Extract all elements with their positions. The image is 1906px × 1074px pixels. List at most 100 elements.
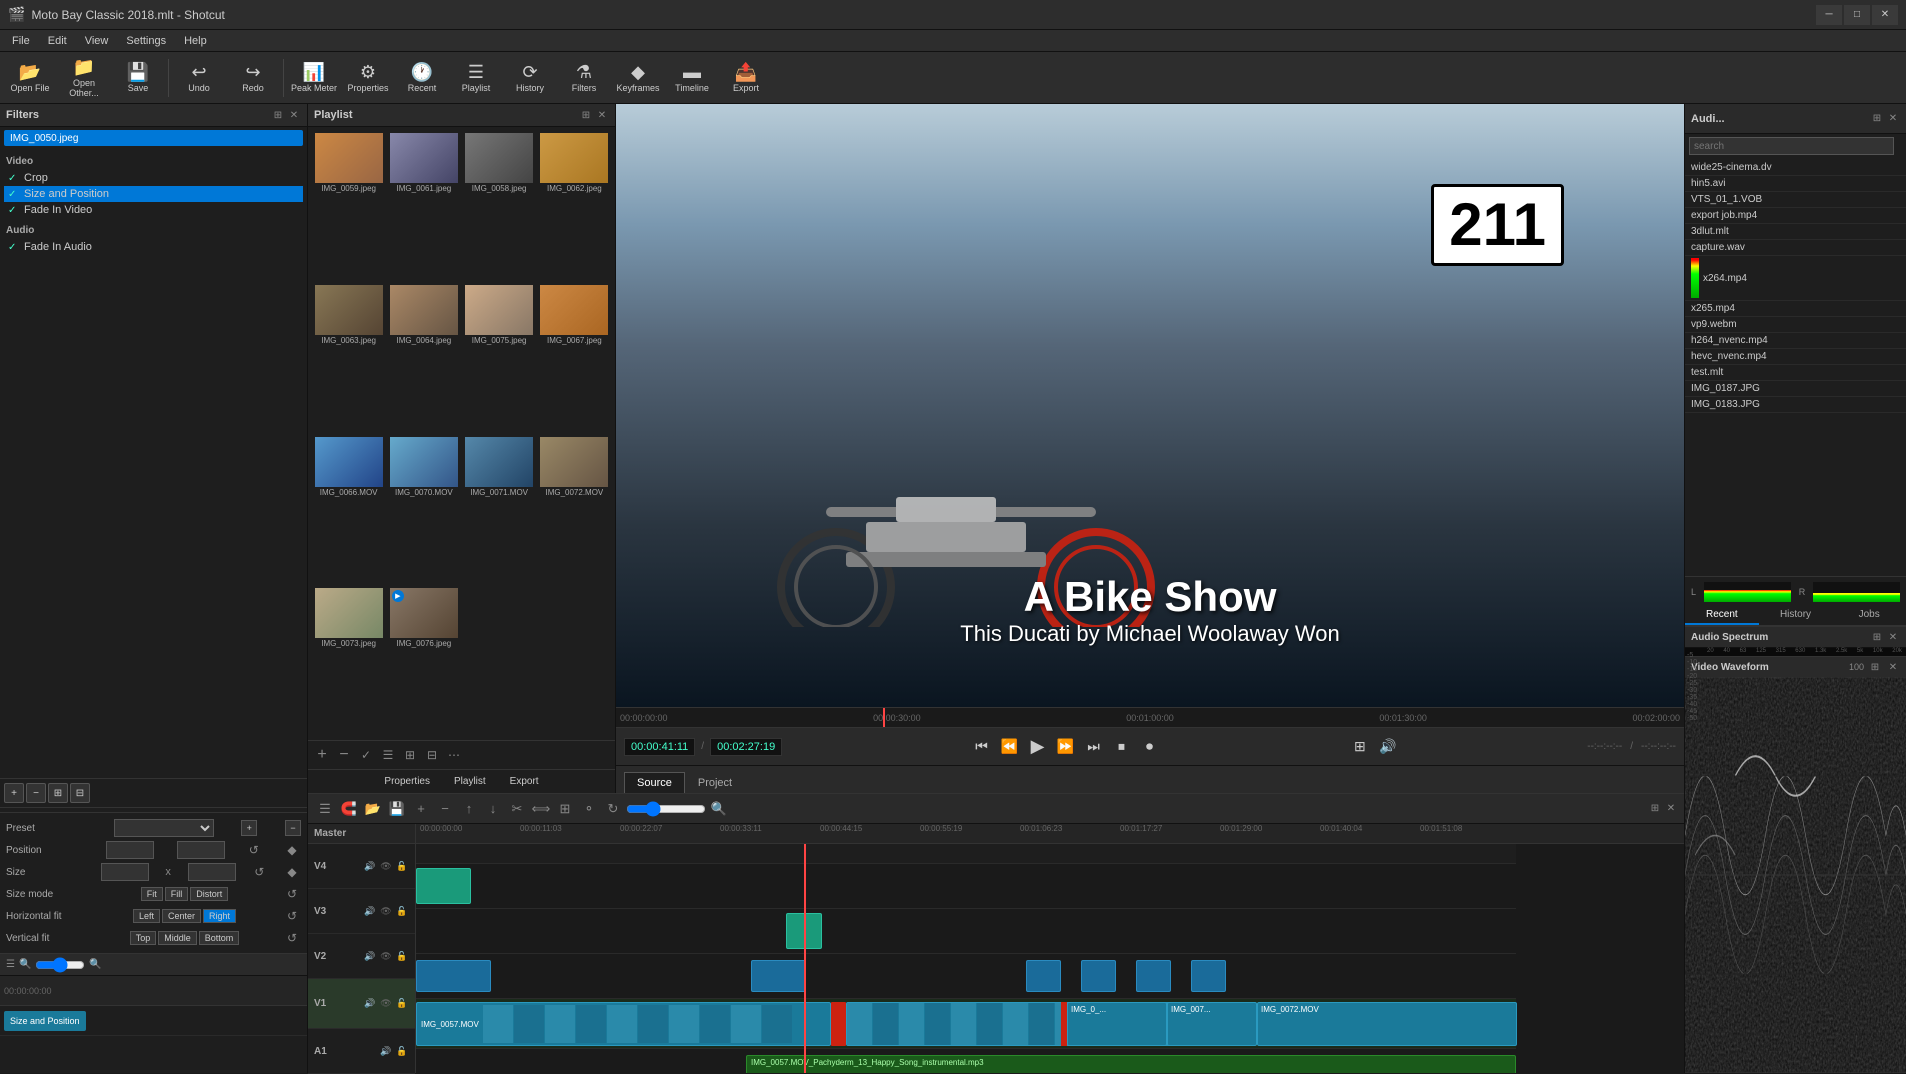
v1-audio-button[interactable]: 🔊 [363, 997, 377, 1011]
timeline-overwrite-button[interactable]: ↓ [482, 798, 504, 820]
menu-view[interactable]: View [77, 33, 117, 49]
position-reset-button[interactable]: ↺ [245, 841, 263, 859]
filters-button[interactable]: ⚗ Filters [558, 54, 610, 102]
playlist-undock-button[interactable]: ⊞ [579, 108, 593, 122]
history-button[interactable]: ⟳ History [504, 54, 556, 102]
export-button[interactable]: 📤 Export [720, 54, 772, 102]
v4-eye-button[interactable]: 👁 [379, 859, 393, 873]
copy-filter-button[interactable]: ⊞ [48, 783, 68, 803]
menu-help[interactable]: Help [176, 33, 215, 49]
v2-clip-6[interactable] [1191, 960, 1226, 992]
right-panel-close-button[interactable]: ✕ [1886, 112, 1900, 126]
valign-bottom-button[interactable]: Bottom [199, 931, 240, 945]
position-keyframe-button[interactable]: ◆ [283, 841, 301, 859]
save-button[interactable]: 💾 Save [112, 54, 164, 102]
properties-button[interactable]: ⚙ Properties [342, 54, 394, 102]
skip-to-end-button[interactable]: ⏭ [1083, 736, 1105, 758]
timeline-lift-button[interactable]: ↑ [458, 798, 480, 820]
maximize-button[interactable]: □ [1844, 5, 1870, 25]
v1-clip-4[interactable]: IMG_007... [1167, 1002, 1257, 1046]
position-y-input[interactable]: -26 [177, 841, 225, 859]
list-item[interactable]: hin5.avi [1685, 176, 1906, 192]
close-button[interactable]: ✕ [1872, 5, 1898, 25]
list-item[interactable]: IMG_0075.jpeg [463, 283, 536, 433]
menu-settings[interactable]: Settings [118, 33, 174, 49]
menu-file[interactable]: File [4, 33, 38, 49]
list-item[interactable]: IMG_0064.jpeg [387, 283, 460, 433]
halign-left-button[interactable]: Left [133, 909, 160, 923]
skip-to-start-button[interactable]: ⏮ [971, 736, 993, 758]
v2-clip-3[interactable] [1026, 960, 1061, 992]
playlist-remove-button[interactable]: − [334, 745, 354, 765]
list-item[interactable]: IMG_0070.MOV [387, 435, 460, 585]
list-item[interactable]: x265.mp4 [1685, 301, 1906, 317]
timeline-zoom-in-button[interactable]: 🔍 [708, 798, 730, 820]
timeline-tracks-area[interactable]: 00:00:00:00 00:00:11:03 00:00:22:07 00:0… [416, 824, 1684, 1073]
list-item[interactable]: VTS_01_1.VOB [1685, 192, 1906, 208]
timeline-ripple-button[interactable]: ⟺ [530, 798, 552, 820]
keyframes-zoom-out-button[interactable]: 🔍 [19, 959, 31, 970]
v4-clip[interactable] [416, 868, 471, 904]
source-tab[interactable]: Source [624, 772, 685, 793]
preset-select[interactable] [114, 819, 214, 837]
list-item[interactable]: test.mlt [1685, 365, 1906, 381]
properties-tab-button[interactable]: Properties [376, 774, 438, 789]
list-item[interactable]: IMG_0059.jpeg [312, 131, 385, 281]
list-item[interactable]: IMG_0062.jpeg [538, 131, 611, 281]
list-item[interactable]: vp9.webm [1685, 317, 1906, 333]
filter-crop[interactable]: ✓ Crop [4, 170, 303, 186]
size-mode-fill-button[interactable]: Fill [165, 887, 189, 901]
open-file-button[interactable]: 📂 Open File [4, 54, 56, 102]
playlist-check-button[interactable]: ✓ [356, 745, 376, 765]
tab-jobs[interactable]: Jobs [1832, 606, 1906, 625]
timeline-snap-button[interactable]: 🧲 [338, 798, 360, 820]
list-item[interactable]: IMG_0071.MOV [463, 435, 536, 585]
halign-center-button[interactable]: Center [162, 909, 201, 923]
size-h-input[interactable]: 1132 [188, 863, 236, 881]
v3-eye-button[interactable]: 👁 [379, 904, 393, 918]
timeline-menu-button[interactable]: ☰ [314, 798, 336, 820]
list-item[interactable]: IMG_0061.jpeg [387, 131, 460, 281]
timeline-loop-button[interactable]: ↻ [602, 798, 624, 820]
list-item[interactable]: export job.mp4 [1685, 208, 1906, 224]
valign-top-button[interactable]: Top [130, 931, 157, 945]
menu-edit[interactable]: Edit [40, 33, 75, 49]
size-mode-distort-button[interactable]: Distort [190, 887, 228, 901]
keyframes-zoom-slider[interactable] [35, 957, 85, 973]
v2-clip-1[interactable] [416, 960, 491, 992]
timeline-zoom-slider[interactable] [626, 801, 706, 817]
preset-remove-button[interactable]: − [285, 820, 301, 836]
size-mode-fit-button[interactable]: Fit [141, 887, 163, 901]
v2-clip-4[interactable] [1081, 960, 1116, 992]
list-item[interactable]: IMG_0066.MOV [312, 435, 385, 585]
timeline-save-button[interactable]: 💾 [386, 798, 408, 820]
playlist-list-view-button[interactable]: ☰ [378, 745, 398, 765]
v2-eye-button[interactable]: 👁 [379, 949, 393, 963]
preset-add-button[interactable]: + [241, 820, 257, 836]
timeline-close-button[interactable]: ✕ [1664, 802, 1678, 816]
open-other-button[interactable]: 📁 Open Other... [58, 54, 110, 102]
list-item[interactable]: ▶ IMG_0076.jpeg [387, 586, 460, 736]
size-mode-reset-button[interactable]: ↺ [283, 885, 301, 903]
timeline-open-folder-button[interactable]: 📂 [362, 798, 384, 820]
right-panel-undock-button[interactable]: ⊞ [1870, 112, 1884, 126]
playlist-menu-button[interactable]: ⋯ [444, 745, 464, 765]
playlist-split-view-button[interactable]: ⊟ [422, 745, 442, 765]
playlist-close-button[interactable]: ✕ [595, 108, 609, 122]
timeline-scrub-button[interactable]: ⚬ [578, 798, 600, 820]
record-button[interactable]: ⏺ [1139, 736, 1161, 758]
waveform-close-button[interactable]: ✕ [1886, 660, 1900, 674]
list-item[interactable]: IMG_0063.jpeg [312, 283, 385, 433]
list-item[interactable]: IMG_0183.JPG [1685, 397, 1906, 413]
project-tab[interactable]: Project [685, 772, 745, 793]
list-item[interactable]: IMG_0072.MOV [538, 435, 611, 585]
filter-fade-in-audio[interactable]: ✓ Fade In Audio [4, 239, 303, 255]
list-item[interactable]: IMG_0187.JPG [1685, 381, 1906, 397]
v2-clip-2[interactable] [751, 960, 806, 992]
recent-button[interactable]: 🕐 Recent [396, 54, 448, 102]
keyframes-menu-button[interactable]: ☰ [6, 959, 15, 970]
list-item[interactable]: IMG_0067.jpeg [538, 283, 611, 433]
list-item[interactable]: capture.wav [1685, 240, 1906, 256]
size-keyframe-button[interactable]: ◆ [283, 863, 301, 881]
stop-button[interactable]: ⏹ [1111, 736, 1133, 758]
